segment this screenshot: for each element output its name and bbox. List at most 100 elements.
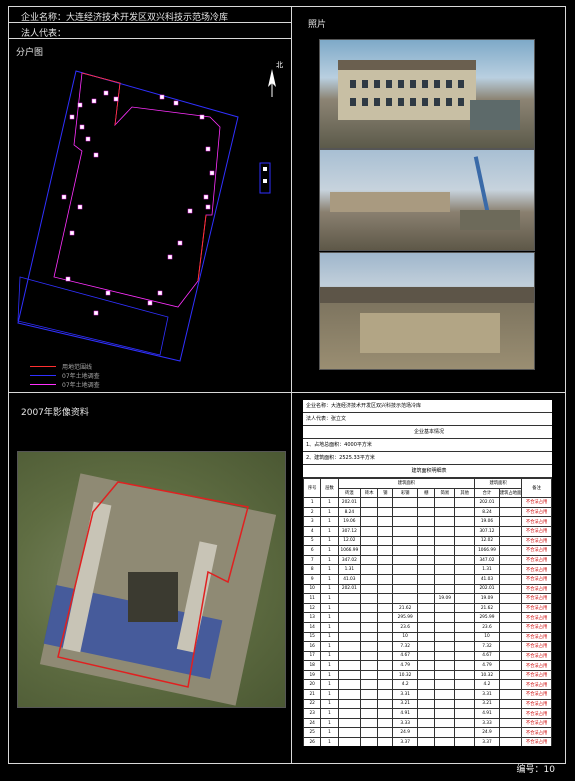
table-cell <box>417 506 436 518</box>
table-row: 26 1 3.37 3.37 不合法占用 <box>303 737 552 746</box>
table-cell <box>377 708 394 719</box>
table-row: 11 1 19.09 19.09 不合法占用 <box>303 593 552 604</box>
table-cell: 10.32 <box>392 669 419 681</box>
table-cell: 不合法占用 <box>521 708 552 719</box>
svg-text:北: 北 <box>276 61 283 69</box>
table-cell <box>498 573 523 585</box>
site-photo-3 <box>319 252 535 370</box>
table-cell <box>392 583 419 595</box>
legend-row: 07年土地调查 <box>30 379 100 389</box>
col-header: 其他 <box>454 487 476 499</box>
table-row: 13 1 295.99 295.99 不合法占用 <box>303 612 552 623</box>
table-cell <box>498 737 523 746</box>
table-cell: 不合法占用 <box>521 689 552 700</box>
table-cell <box>434 621 456 633</box>
table-row: 8 1 1.31 1.31 不合法占用 <box>303 564 552 575</box>
table-cell <box>434 535 456 547</box>
table-cell <box>377 535 394 547</box>
table-cell: 不合法占用 <box>521 564 552 575</box>
table-cell: 7 <box>303 554 322 566</box>
legend-label: 07年土地调查 <box>62 381 100 389</box>
table-cell <box>434 679 456 691</box>
table-cell <box>417 554 436 566</box>
table-cell: 1.31 <box>337 564 362 575</box>
table-cell: 1 <box>320 621 339 633</box>
table-area-line: 1、占地总面积：4000平方米 <box>303 439 552 452</box>
table-cell <box>337 612 362 623</box>
table-cell <box>360 573 379 585</box>
legend-swatch <box>30 383 56 385</box>
table-cell <box>417 669 436 681</box>
table-building-line: 2、建筑面积：2525.33平方米 <box>303 452 552 465</box>
table-cell <box>454 516 476 527</box>
table-cell: 1 <box>320 497 339 508</box>
table-cell <box>360 545 379 556</box>
legal-line: 法人代表： <box>21 29 67 39</box>
table-cell <box>377 679 394 691</box>
table-cell <box>454 679 476 691</box>
table-cell <box>360 554 379 566</box>
table-cell: 2 <box>303 506 322 518</box>
table-row: 22 1 3.21 3.21 不合法占用 <box>303 698 552 710</box>
table-cell: 16 <box>303 641 322 652</box>
table-cell <box>454 497 476 508</box>
table-cell: 1 <box>320 650 339 662</box>
table-cell: 10 <box>474 631 500 643</box>
south-parcel <box>17 276 169 356</box>
table-cell: 11 <box>303 593 322 604</box>
table-cell <box>434 545 456 556</box>
imagery-title: 2007年影像资料 <box>21 408 89 418</box>
table-cell <box>377 573 394 585</box>
table-cell <box>434 525 456 537</box>
table-cell: 3.21 <box>392 698 419 710</box>
table-cell: 24 <box>303 717 322 729</box>
table-cell: 19.06 <box>474 516 500 527</box>
table-cell <box>360 535 379 547</box>
legend-swatch <box>30 374 56 376</box>
north-arrow <box>268 69 276 97</box>
table-cell <box>337 602 362 614</box>
table-cell <box>498 612 523 623</box>
table-cell <box>360 497 379 508</box>
col-header: 砖木 <box>360 487 379 499</box>
table-cell: 不合法占用 <box>521 679 552 691</box>
table-cell: 23 <box>303 708 322 719</box>
table-cell: 1 <box>320 545 339 556</box>
table-cell <box>417 573 436 585</box>
table-cell: 不合法占用 <box>521 727 552 739</box>
table-cell <box>377 631 394 643</box>
table-cell <box>498 506 523 518</box>
table-cell <box>337 669 362 681</box>
table-cell: 3.21 <box>474 698 500 710</box>
table-cell: 12.02 <box>337 535 362 547</box>
table-cell <box>498 689 523 700</box>
table-cell <box>417 525 436 537</box>
col-header: 砖混 <box>337 487 362 499</box>
table-cell <box>434 497 456 508</box>
table-legal: 法人代表：张立文 <box>303 413 552 426</box>
table-cell: 1 <box>320 516 339 527</box>
table-cell <box>498 554 523 566</box>
table-row: 9 1 41.03 41.03 不合法占用 <box>303 573 552 585</box>
table-cell <box>434 708 456 719</box>
table-cell <box>377 727 394 739</box>
detail-table: 序号 层数 建筑面积 建筑面积 备注 砖混 砖木 钢 彩钢 棚 简易 其他 合计… <box>303 477 552 746</box>
table-cell: 25 <box>303 727 322 739</box>
table-cell <box>377 497 394 508</box>
table-cell <box>454 602 476 614</box>
table-cell: 14 <box>303 621 322 633</box>
table-cell <box>377 641 394 652</box>
table-cell <box>360 621 379 633</box>
table-cell <box>360 689 379 700</box>
table-cell: 15 <box>303 631 322 643</box>
table-cell: 4.67 <box>392 650 419 662</box>
legend-swatch <box>30 365 56 367</box>
table-cell: 不合法占用 <box>521 593 552 604</box>
table-cell <box>337 689 362 700</box>
group-header: 建筑面积 <box>474 478 523 489</box>
table-cell <box>337 621 362 633</box>
table-cell: 4 <box>303 525 322 537</box>
table-cell <box>360 737 379 746</box>
table-cell: 1 <box>320 641 339 652</box>
table-cell <box>392 535 419 547</box>
